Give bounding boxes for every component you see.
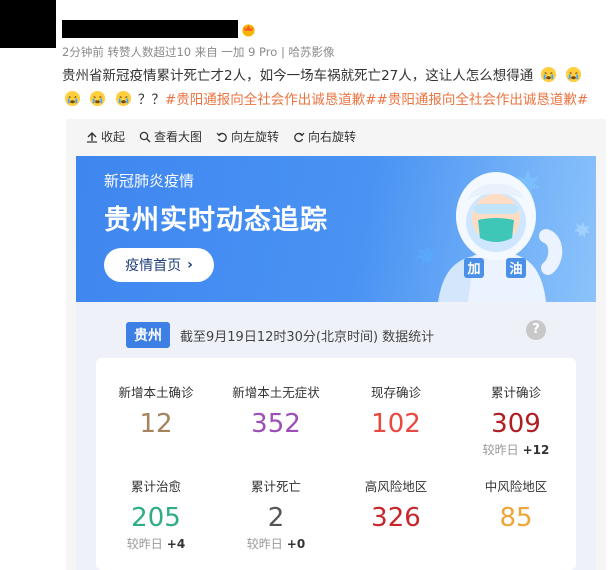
collapse-label: 收起: [101, 130, 126, 144]
stat-delta-value: +12: [522, 443, 550, 457]
region-badge[interactable]: 贵州: [126, 322, 170, 348]
region-header: 贵州 截至9月19日12时30分(北京时间) 数据统计: [126, 322, 434, 348]
stat-value: 12: [139, 409, 173, 439]
stat-delta-label: 较昨日: [482, 443, 519, 457]
banner-title: 贵州实时动态追踪: [104, 205, 328, 236]
rotate-right-icon: [294, 132, 305, 142]
figure-text-jia: 加: [466, 262, 480, 277]
chevron-right-icon: ›: [187, 257, 193, 273]
stat-cell: 新增本土无症状 352: [216, 382, 336, 439]
rotate-left-icon: [216, 132, 227, 142]
medic-mascot-illustration: 加 油: [416, 170, 590, 302]
stat-cell: 高风险地区 326: [336, 476, 456, 533]
stat-cell: 现存确诊 102: [336, 382, 456, 439]
stat-cell: 累计死亡 2 较昨日 +0: [216, 476, 336, 552]
rotate-left-label: 向左旋转: [231, 130, 280, 144]
post-meta: 2分钟前 转赞人数超过10 来自 一加 9 Pro | 哈苏影像: [62, 45, 335, 59]
view-large-label: 查看大图: [154, 130, 203, 144]
stat-cell: 累计确诊 309 较昨日 +12: [456, 382, 576, 458]
stat-label: 累计治愈: [130, 479, 181, 494]
user-avatar[interactable]: [0, 0, 56, 48]
stat-delta-label: 较昨日: [246, 537, 283, 551]
crying-emoji-icon: [64, 90, 81, 107]
figure-text-you: 油: [509, 261, 522, 277]
view-large-button[interactable]: 查看大图: [139, 128, 202, 145]
stat-label: 新增本土无症状: [232, 385, 320, 400]
stat-delta-label: 较昨日: [126, 537, 163, 551]
stat-value: 352: [251, 409, 301, 439]
stat-time: 截至9月19日12时30分(北京时间) 数据统计: [180, 329, 435, 345]
post-punctuation: ？？: [137, 92, 165, 108]
magnifier-icon: [139, 131, 151, 142]
stat-delta: 较昨日 +0: [216, 535, 336, 552]
stat-delta-value: +4: [166, 537, 186, 551]
stat-value: 309: [491, 409, 541, 439]
username-redacted[interactable]: [62, 20, 238, 38]
stat-delta: 较昨日 +4: [96, 535, 216, 552]
post-body: 贵州省新冠疫情累计死亡才2人，如今一场车祸就死亡27人，这让人怎么想得通: [62, 68, 534, 84]
stat-value: 2: [267, 503, 285, 533]
hashtag-link[interactable]: #贵阳通报向全社会作出诚恳道歉##贵阳通报向全社会作出诚恳道歉#: [165, 92, 588, 108]
stats-panel: 新增本土确诊 12 新增本土无症状 352 现存确诊 102 累计确诊 309 较昨日 +12 累计…: [96, 358, 576, 570]
stat-cell: 新增本土确诊 12: [96, 382, 216, 439]
crying-emoji-icon: [540, 66, 556, 83]
crying-emoji-icon: [115, 90, 131, 107]
stat-value: 205: [131, 503, 181, 533]
stat-cell: 累计治愈 205 较昨日 +4: [96, 476, 216, 552]
post-text: 贵州省新冠疫情累计死亡才2人，如今一场车祸就死亡27人，这让人怎么想得通 ？？#…: [62, 64, 602, 112]
stat-label: 累计死亡: [250, 479, 301, 494]
collapse-icon: [87, 131, 97, 143]
image-toolbar: 收起 查看大图 向左旋转 向右旋转: [86, 128, 356, 145]
help-icon[interactable]: ?: [526, 320, 546, 340]
crying-emoji-icon: [90, 90, 106, 107]
stat-value: 85: [499, 503, 533, 533]
stat-label: 现存确诊: [370, 385, 421, 400]
covid-banner: 新冠肺炎疫情 贵州实时动态追踪 疫情首页 › 加 油: [76, 156, 596, 302]
stat-label: 高风险地区: [364, 479, 428, 494]
collapse-button[interactable]: 收起: [86, 128, 125, 145]
stat-value: 102: [371, 409, 421, 439]
crying-emoji-icon: [565, 66, 581, 83]
rotate-left-button[interactable]: 向左旋转: [216, 128, 279, 145]
home-button-label: 疫情首页: [125, 258, 182, 274]
stat-cell: 中风险地区 85: [456, 476, 576, 533]
stat-delta: 较昨日 +12: [456, 441, 576, 458]
stat-label: 新增本土确诊: [118, 385, 194, 400]
stat-value: 326: [371, 503, 421, 533]
rotate-right-label: 向右旋转: [308, 130, 357, 144]
stat-delta-value: +0: [286, 537, 306, 551]
stat-label: 累计确诊: [490, 385, 541, 400]
crown-badge-icon: [242, 24, 255, 37]
banner-subtitle: 新冠肺炎疫情: [104, 172, 195, 190]
rotate-right-button[interactable]: 向右旋转: [293, 128, 356, 145]
epidemic-home-button[interactable]: 疫情首页 ›: [104, 248, 214, 282]
stat-label: 中风险地区: [484, 479, 548, 494]
